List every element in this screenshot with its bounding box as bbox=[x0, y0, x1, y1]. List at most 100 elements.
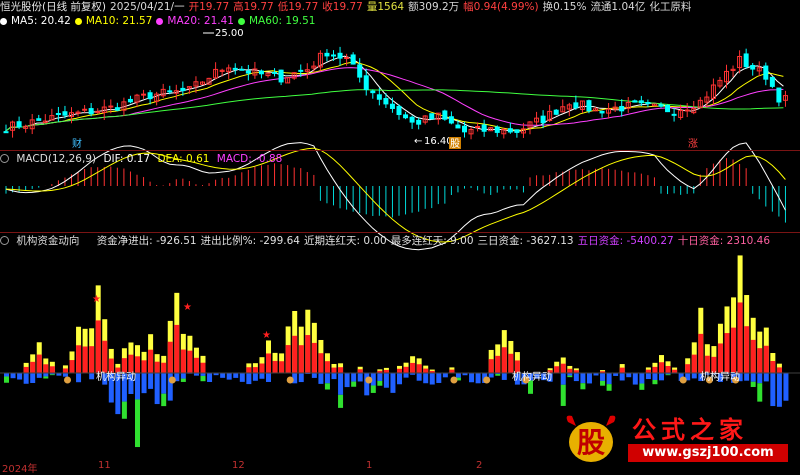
fund-outflow-bar bbox=[30, 373, 35, 383]
fund-inflow-core-bar bbox=[620, 368, 625, 373]
fund-inflow-core-bar bbox=[312, 343, 317, 373]
event-marker-pai: 股 bbox=[450, 138, 460, 150]
candle-body bbox=[338, 53, 342, 58]
fund-retail-bar bbox=[371, 385, 376, 392]
fund-outflow-bar bbox=[155, 373, 160, 404]
fund-outflow-bar bbox=[338, 373, 343, 395]
fund-retail-bar bbox=[607, 384, 612, 391]
fund-inflow-core-bar bbox=[266, 353, 271, 373]
candle-body bbox=[115, 108, 119, 110]
panel-toggle-icon[interactable] bbox=[0, 154, 9, 163]
fund-inflow-core-bar bbox=[705, 356, 710, 373]
main-info-line: 恒光股份(日线 前复权)2025/04/21/一开19.77高19.77低19.… bbox=[0, 0, 699, 14]
fund-outflow-bar bbox=[489, 373, 494, 377]
fund-outflow-bar bbox=[11, 373, 16, 378]
money-bag-icon bbox=[483, 377, 490, 384]
fund-retail-bar bbox=[600, 381, 605, 386]
panel-toggle-icon[interactable] bbox=[0, 236, 9, 245]
fund-inflow-core-bar bbox=[50, 366, 55, 373]
fund-retail-bar bbox=[639, 384, 644, 390]
fund-outflow-bar bbox=[692, 373, 697, 378]
fund-inflow-core-bar bbox=[332, 368, 337, 373]
macd-title: MACD(12,26,9) bbox=[16, 153, 96, 165]
fund-inflow-core-bar bbox=[181, 350, 186, 373]
fund-retail-bar bbox=[50, 374, 55, 375]
fund-inflow-core-bar bbox=[142, 360, 147, 373]
candle-body bbox=[463, 126, 467, 132]
fund-inflow-core-bar bbox=[292, 336, 297, 373]
watermark-name: 公式之家 bbox=[632, 410, 748, 445]
candle-body bbox=[351, 55, 355, 64]
ma-dot-icon bbox=[156, 18, 163, 25]
ma-dot-icon bbox=[0, 18, 7, 25]
candle-body bbox=[83, 109, 87, 110]
fund-inflow-core-bar bbox=[148, 350, 153, 373]
candle-body bbox=[600, 111, 604, 113]
candle-body bbox=[377, 95, 381, 99]
institution-signal-label: 机构异动 bbox=[512, 370, 552, 383]
fund-field-5: 五日资金: -5400.27 bbox=[578, 235, 674, 247]
fund-field-6: 十日资金: 2310.46 bbox=[678, 235, 770, 247]
fund-retail-bar bbox=[43, 376, 48, 378]
fund-inflow-core-bar bbox=[738, 302, 743, 373]
fund-inflow-core-bar bbox=[96, 320, 101, 373]
fund-outflow-bar bbox=[626, 373, 631, 377]
fund-inflow-core-bar bbox=[502, 347, 507, 373]
fund-inflow-core-bar bbox=[718, 343, 723, 373]
fund-inflow-core-bar bbox=[70, 360, 75, 373]
fund-inflow-core-bar bbox=[89, 346, 94, 373]
fund-outflow-bar bbox=[600, 373, 605, 381]
fund-inflow-core-bar bbox=[725, 333, 730, 373]
fund-outflow-bar bbox=[76, 373, 81, 382]
fund-header: 机构资金动向 资金净进出: -926.51进出比例%: -299.64近期连红天… bbox=[0, 234, 778, 248]
fund-outflow-bar bbox=[384, 373, 389, 388]
fund-outflow-bar bbox=[757, 373, 762, 383]
ma-label-2: MA20: 21.41 bbox=[167, 15, 234, 27]
candle-body bbox=[659, 105, 663, 106]
fund-inflow-core-bar bbox=[692, 355, 697, 373]
candle-body bbox=[233, 68, 237, 69]
fund-outflow-bar bbox=[469, 373, 474, 382]
candle-body bbox=[246, 71, 250, 73]
fund-inflow-core-bar bbox=[652, 367, 657, 373]
candle-body bbox=[181, 88, 185, 90]
fund-outflow-bar bbox=[443, 373, 448, 377]
candle-body bbox=[358, 65, 362, 77]
fund-inflow-core-bar bbox=[731, 328, 736, 373]
candle-body bbox=[364, 76, 368, 90]
candle-body bbox=[390, 104, 394, 108]
fund-field-3: 最多连红天: 9.00 bbox=[391, 235, 474, 247]
candle-body bbox=[371, 91, 375, 92]
fund-outflow-bar bbox=[351, 373, 356, 382]
fund-inflow-core-bar bbox=[757, 348, 762, 373]
fund-inflow-core-bar bbox=[410, 363, 415, 373]
quote-field-8: 换0.15% bbox=[543, 1, 587, 13]
money-bag-icon bbox=[169, 377, 176, 384]
fund-outflow-bar bbox=[318, 373, 323, 384]
ma-label-0: MA5: 20.42 bbox=[11, 15, 71, 27]
candle-body bbox=[666, 105, 670, 111]
x-axis-label-3: 1 bbox=[366, 460, 372, 471]
candle-body bbox=[384, 99, 388, 104]
candle-body bbox=[4, 132, 8, 133]
fund-inflow-core-bar bbox=[76, 345, 81, 373]
fund-outflow-bar bbox=[227, 373, 232, 380]
fund-inflow-core-bar bbox=[299, 345, 304, 373]
fund-outflow-bar bbox=[783, 373, 788, 401]
fund-outflow-bar bbox=[17, 373, 22, 380]
fund-inflow-core-bar bbox=[286, 345, 291, 373]
fund-outflow-bar bbox=[620, 373, 625, 380]
quote-field-10: 化工原料 bbox=[649, 1, 691, 13]
fund-outflow-bar bbox=[89, 373, 94, 379]
fund-inflow-core-bar bbox=[358, 369, 363, 373]
fund-field-2: 近期连红天: 0.00 bbox=[304, 235, 387, 247]
fund-outflow-bar bbox=[325, 373, 330, 383]
fund-outflow-bar bbox=[744, 373, 749, 381]
x-axis-label-4: 2 bbox=[476, 460, 482, 471]
fund-retail-bar bbox=[201, 376, 206, 381]
high-price-label: 25.00 bbox=[215, 28, 244, 39]
fund-inflow-core-bar bbox=[646, 370, 651, 373]
fund-outflow-bar bbox=[561, 373, 566, 385]
candle-body bbox=[587, 101, 591, 111]
fund-outflow-bar bbox=[777, 373, 782, 407]
